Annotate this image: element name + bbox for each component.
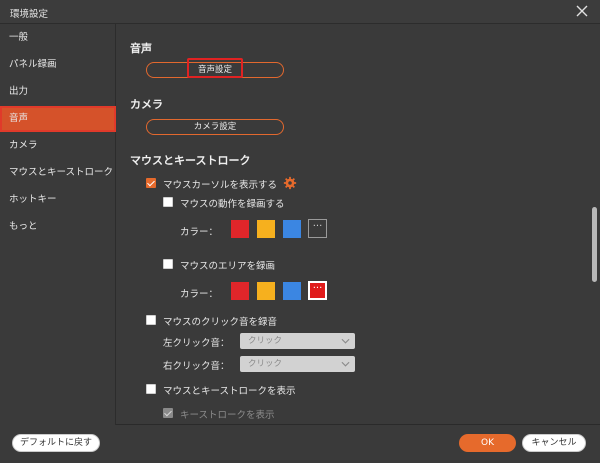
left-click-sound-value: クリック bbox=[248, 336, 283, 346]
audio-section-title: 音声 bbox=[130, 42, 152, 55]
highlight-box bbox=[187, 58, 243, 78]
sidebar-item-hotkeys[interactable]: ホットキー bbox=[0, 187, 116, 213]
mouse-section-title: マウスとキーストローク bbox=[130, 154, 251, 167]
chevron-down-icon bbox=[341, 338, 350, 344]
show-mouse-keystroke-checkbox[interactable] bbox=[146, 384, 156, 394]
area-color-blue-swatch[interactable] bbox=[283, 282, 301, 300]
ok-button[interactable]: OK bbox=[459, 434, 516, 452]
right-click-sound-value: クリック bbox=[248, 359, 283, 369]
sidebar-item-label: カメラ bbox=[9, 140, 38, 151]
area-color-more-button[interactable]: ··· bbox=[308, 281, 327, 300]
left-click-sound-select[interactable]: クリック bbox=[240, 333, 355, 349]
record-motion-label: マウスの動作を録画する bbox=[180, 199, 285, 210]
right-click-sound-select[interactable]: クリック bbox=[240, 356, 355, 372]
scrollbar[interactable] bbox=[590, 24, 598, 425]
sidebar-item-panel-recording[interactable]: パネル録画 bbox=[0, 52, 116, 78]
title-bar: 環境設定 bbox=[0, 0, 600, 24]
motion-color-red-swatch[interactable] bbox=[231, 220, 249, 238]
record-area-label: マウスのエリアを録画 bbox=[180, 261, 276, 272]
camera-section-title: カメラ bbox=[130, 98, 163, 111]
area-color-red-swatch[interactable] bbox=[231, 282, 249, 300]
motion-color-more-button[interactable]: ··· bbox=[308, 219, 327, 238]
show-cursor-checkbox[interactable] bbox=[146, 178, 156, 188]
sidebar-item-audio[interactable]: 音声 bbox=[0, 106, 116, 132]
motion-color-label: カラー： bbox=[180, 227, 219, 238]
sidebar-item-general[interactable]: 一般 bbox=[0, 25, 116, 51]
area-color-yellow-swatch[interactable] bbox=[257, 282, 275, 300]
sidebar: 一般 パネル録画 出力 音声 カメラ マウスとキーストローク ホットキー もっと bbox=[0, 24, 116, 425]
dialog-body: 一般 パネル録画 出力 音声 カメラ マウスとキーストローク ホットキー もっと… bbox=[0, 24, 600, 425]
sidebar-item-more[interactable]: もっと bbox=[0, 214, 116, 240]
gear-icon[interactable] bbox=[283, 176, 297, 190]
chevron-down-icon bbox=[341, 361, 350, 367]
sidebar-item-label: 一般 bbox=[9, 32, 29, 43]
sidebar-item-label: ホットキー bbox=[9, 194, 57, 205]
sidebar-item-label: 音声 bbox=[9, 113, 29, 124]
sidebar-item-camera[interactable]: カメラ bbox=[0, 133, 116, 159]
record-click-sound-label: マウスのクリック音を録音 bbox=[163, 317, 278, 328]
sidebar-item-label: パネル録画 bbox=[9, 59, 57, 70]
scrollbar-thumb[interactable] bbox=[592, 207, 597, 282]
motion-color-yellow-swatch[interactable] bbox=[257, 220, 275, 238]
right-click-sound-label: 右クリック音： bbox=[163, 361, 230, 372]
sidebar-item-label: 出力 bbox=[9, 86, 29, 97]
record-area-checkbox[interactable] bbox=[163, 259, 173, 269]
sidebar-item-label: もっと bbox=[9, 221, 38, 232]
sidebar-item-label: マウスとキーストローク bbox=[9, 167, 114, 178]
show-keystroke-checkbox[interactable] bbox=[163, 408, 173, 418]
sidebar-item-output[interactable]: 出力 bbox=[0, 79, 116, 105]
record-click-sound-checkbox[interactable] bbox=[146, 315, 156, 325]
settings-panel: 音声 音声設定 カメラ カメラ設定 マウスとキーストローク マウスカーソルを表示… bbox=[116, 24, 600, 425]
show-keystroke-label: キーストロークを表示 bbox=[180, 410, 275, 421]
show-mouse-keystroke-label: マウスとキーストロークを表示 bbox=[163, 386, 296, 397]
sidebar-item-mouse-keystroke[interactable]: マウスとキーストローク bbox=[0, 160, 116, 186]
reset-defaults-button[interactable]: デフォルトに戻す bbox=[12, 434, 100, 452]
left-click-sound-label: 左クリック音： bbox=[163, 338, 230, 349]
area-color-label: カラー： bbox=[180, 289, 219, 300]
window-title: 環境設定 bbox=[10, 9, 49, 20]
motion-color-blue-swatch[interactable] bbox=[283, 220, 301, 238]
record-motion-checkbox[interactable] bbox=[163, 197, 173, 207]
show-cursor-label: マウスカーソルを表示する bbox=[163, 180, 278, 191]
close-icon[interactable] bbox=[574, 3, 590, 19]
camera-settings-button[interactable]: カメラ設定 bbox=[146, 119, 284, 135]
dialog-footer: デフォルトに戻す OK キャンセル bbox=[0, 425, 600, 463]
cancel-button[interactable]: キャンセル bbox=[522, 434, 586, 452]
